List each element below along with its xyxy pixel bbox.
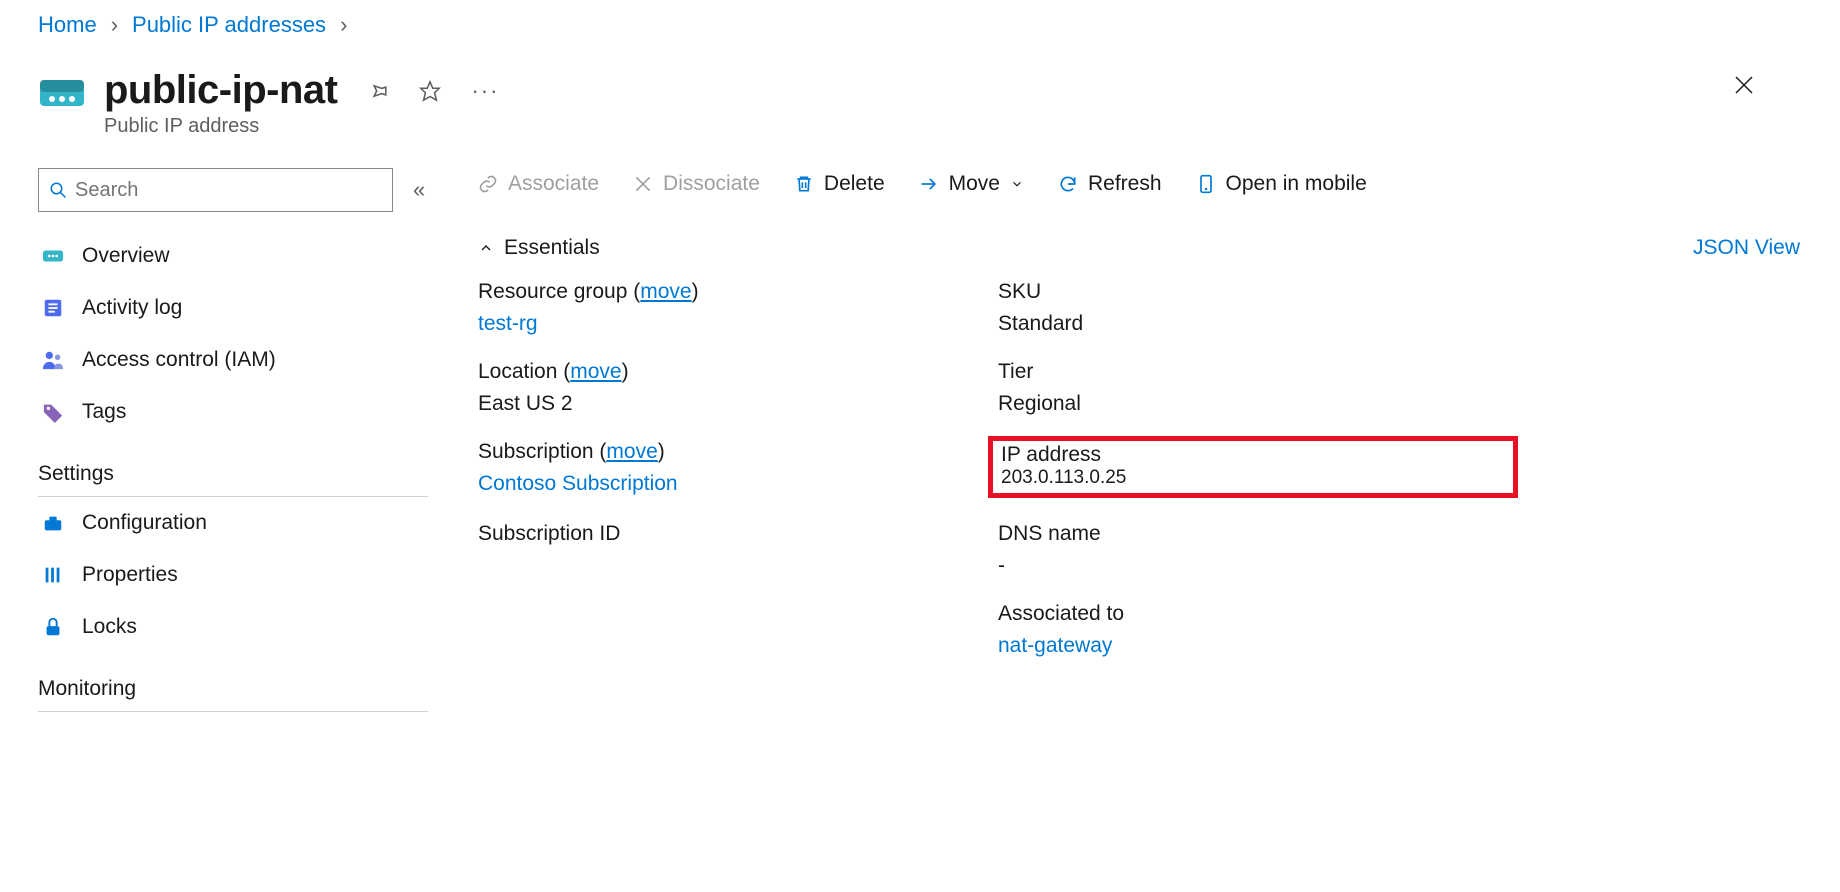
dns-name-value: - [998, 554, 1518, 578]
star-icon[interactable] [419, 80, 441, 102]
pin-icon[interactable] [367, 80, 389, 102]
toolbar-label: Move [949, 172, 1000, 196]
properties-icon [42, 564, 64, 586]
nav-tags[interactable]: Tags [38, 386, 478, 438]
nav-configuration[interactable]: Configuration [38, 497, 478, 549]
page-title: public-ip-nat [104, 68, 337, 113]
section-monitoring: Monitoring [38, 663, 428, 712]
toolbar-label: Open in mobile [1226, 172, 1367, 196]
page-header: public-ip-nat ··· Public IP address [38, 68, 1810, 168]
open-in-mobile-button[interactable]: Open in mobile [1196, 172, 1367, 196]
tier-value: Regional [998, 392, 1518, 416]
refresh-button[interactable]: Refresh [1058, 172, 1162, 196]
resource-icon [42, 245, 64, 267]
resource-type-subtitle: Public IP address [104, 115, 499, 138]
json-view-link[interactable]: JSON View [1693, 236, 1800, 260]
arrow-right-icon [919, 174, 939, 194]
essentials-toggle[interactable]: Essentials [478, 236, 600, 260]
sidebar: « Overview Activity log Access control (… [38, 168, 478, 712]
location-value: East US 2 [478, 392, 998, 416]
move-location-link[interactable]: move [570, 360, 621, 383]
sku-value: Standard [998, 312, 1518, 336]
nav-activity-log[interactable]: Activity log [38, 282, 478, 334]
close-button[interactable] [1728, 68, 1760, 108]
associated-to-label: Associated to [998, 602, 1518, 626]
breadcrumb: Home › Public IP addresses › [38, 12, 1810, 38]
toolbar: Associate Dissociate Delete Move Refresh [478, 172, 1810, 236]
chevron-right-icon: › [340, 12, 347, 38]
nav-access-control[interactable]: Access control (IAM) [38, 334, 478, 386]
nav-label: Overview [82, 244, 170, 268]
toolbar-label: Delete [824, 172, 885, 196]
tier-label: Tier [998, 360, 1518, 384]
breadcrumb-home[interactable]: Home [38, 12, 97, 38]
search-input[interactable] [75, 179, 392, 202]
chevron-down-icon [1010, 177, 1024, 191]
chevron-right-icon: › [111, 12, 118, 38]
resource-group-label: Resource group (move) [478, 280, 998, 304]
toolbox-icon [42, 512, 64, 534]
ip-address-value: 203.0.113.0.25 [1001, 467, 1505, 489]
nav-label: Configuration [82, 511, 207, 535]
collapse-sidebar-icon[interactable]: « [413, 177, 425, 203]
log-icon [42, 297, 64, 319]
dns-name-label: DNS name [998, 522, 1518, 546]
nav-properties[interactable]: Properties [38, 549, 478, 601]
tag-icon [42, 401, 64, 423]
nav-locks[interactable]: Locks [38, 601, 478, 653]
link-icon [478, 174, 498, 194]
ip-address-label: IP address [1001, 443, 1505, 467]
search-icon [49, 181, 67, 199]
mobile-icon [1196, 174, 1216, 194]
nav-label: Tags [82, 400, 126, 424]
refresh-icon [1058, 174, 1078, 194]
associate-button: Associate [478, 172, 599, 196]
toolbar-label: Associate [508, 172, 599, 196]
essentials-grid: Resource group (move) test-rg SKU Standa… [478, 280, 1810, 658]
subscription-value[interactable]: Contoso Subscription [478, 472, 678, 495]
nav-label: Access control (IAM) [82, 348, 276, 372]
main-content: Associate Dissociate Delete Move Refresh [478, 168, 1810, 712]
more-icon[interactable]: ··· [471, 78, 499, 104]
toolbar-label: Dissociate [663, 172, 760, 196]
section-settings: Settings [38, 448, 428, 497]
move-button[interactable]: Move [919, 172, 1024, 196]
people-icon [42, 349, 64, 371]
essentials-title: Essentials [504, 236, 600, 260]
move-subscription-link[interactable]: move [606, 440, 657, 463]
ip-address-highlight: IP address 203.0.113.0.25 [988, 436, 1518, 498]
move-resource-group-link[interactable]: move [640, 280, 691, 303]
delete-button[interactable]: Delete [794, 172, 885, 196]
resource-group-value[interactable]: test-rg [478, 312, 538, 335]
x-icon [633, 174, 653, 194]
public-ip-resource-icon [38, 72, 86, 120]
subscription-id-label: Subscription ID [478, 522, 998, 546]
lock-icon [42, 616, 64, 638]
nav-label: Locks [82, 615, 137, 639]
dissociate-button: Dissociate [633, 172, 760, 196]
subscription-label: Subscription (move) [478, 440, 998, 464]
nav-overview[interactable]: Overview [38, 230, 478, 282]
nav-label: Activity log [82, 296, 182, 320]
search-box[interactable] [38, 168, 393, 212]
nav-label: Properties [82, 563, 178, 587]
sku-label: SKU [998, 280, 1518, 304]
breadcrumb-public-ip-addresses[interactable]: Public IP addresses [132, 12, 326, 38]
chevron-up-icon [478, 240, 494, 256]
toolbar-label: Refresh [1088, 172, 1162, 196]
trash-icon [794, 174, 814, 194]
close-icon [1732, 73, 1756, 97]
associated-to-value[interactable]: nat-gateway [998, 634, 1112, 657]
location-label: Location (move) [478, 360, 998, 384]
